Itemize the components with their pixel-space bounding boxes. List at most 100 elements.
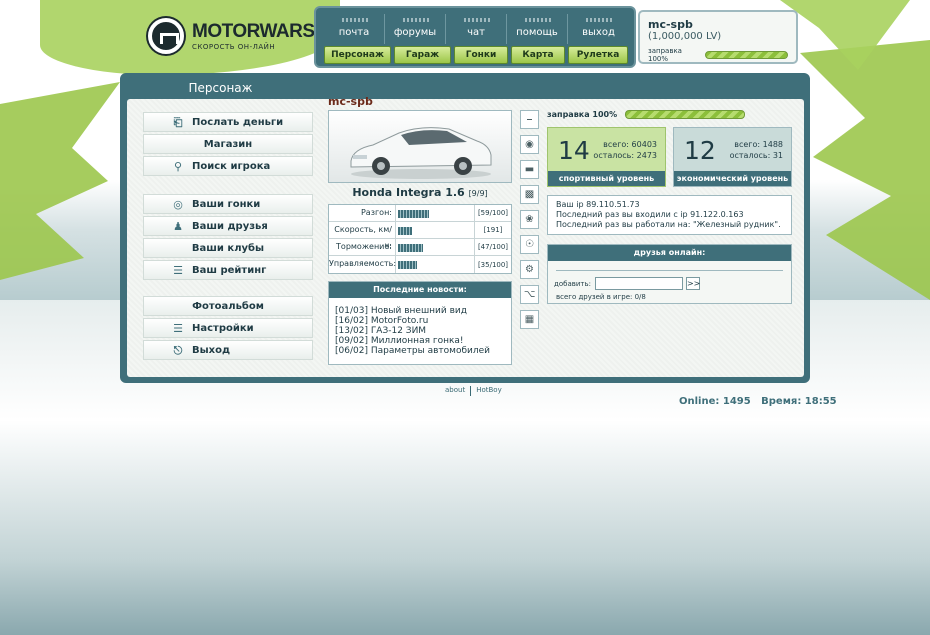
sport-level-number: 14 [558, 136, 590, 165]
nav-garage-button[interactable]: Гараж [394, 46, 451, 64]
nav-character-button[interactable]: Персонаж [324, 46, 391, 64]
sidebar-item-shop[interactable]: Магазин [143, 134, 313, 154]
econ-level-number: 12 [684, 136, 716, 165]
nav-top-links: почта форумы чат помощь выход [324, 14, 629, 44]
nav-logout[interactable]: выход [568, 14, 629, 44]
news-item[interactable]: [13/02] ГАЗ-12 ЗИМ [335, 326, 505, 336]
news-item[interactable]: [09/02] Миллионная гонка! [335, 336, 505, 346]
stat-value: [35/100] [477, 260, 509, 269]
fuel-bar [625, 110, 746, 119]
news-item[interactable]: [06/02] Параметры автомобилей [335, 346, 505, 356]
sidebar-item-settings[interactable]: ☰ Настройки [143, 318, 313, 338]
sport-level-caption: спортивный уровень [548, 171, 665, 186]
search-icon: ⚲ [173, 160, 183, 173]
car-image[interactable] [328, 110, 512, 183]
sidebar-item-label: Поиск игрока [192, 160, 271, 172]
tire-part-icon[interactable]: ◉ [520, 135, 539, 154]
stat-bar [398, 244, 423, 252]
car-slots: [9/9] [468, 189, 488, 198]
sidebar-menu: ⎗ Послать деньги Магазин ⚲ Поиск игрока … [143, 112, 313, 362]
sidebar-item-label: Магазин [203, 138, 253, 150]
car-model: Honda Integra 1.6 [9/9] [328, 186, 512, 199]
sidebar-item-label: Ваш рейтинг [192, 264, 267, 276]
sport-total: 60403 [631, 140, 657, 149]
gears-part-icon[interactable]: ⚙ [520, 260, 539, 279]
news-item[interactable]: [01/03] Новый внешний вид [335, 306, 505, 316]
last-work: Последний раз вы работали на: "Железный … [556, 220, 781, 229]
sidebar-item-photo-album[interactable]: Фотоальбом [143, 296, 313, 316]
sidebar-item-find-player[interactable]: ⚲ Поиск игрока [143, 156, 313, 176]
sidebar-item-your-races[interactable]: ◎ Ваши гонки [143, 194, 313, 214]
stat-label: Торможение: [329, 239, 396, 255]
label: осталось: [593, 151, 635, 160]
user-fuel-label: заправка 100% [648, 47, 682, 63]
add-friend-input[interactable] [594, 277, 683, 290]
pipe-part-icon[interactable]: ▬ [520, 160, 539, 179]
friends-online-title: друзья онлайн: [548, 245, 791, 261]
ip-last: Последний раз вы входили с ip 91.122.0.1… [556, 210, 744, 219]
exhaust-part-icon[interactable]: ⎯ [520, 110, 539, 129]
stat-row-speed: Скорость, км/ч: [191] [329, 222, 511, 250]
stat-bar [398, 227, 412, 235]
exit-icon: ⎋ [173, 344, 183, 357]
stat-row-acceleration: Разгон: [59/100] [329, 205, 511, 222]
user-info-box: mc-spb (1,000,000 LV) заправка 100% [638, 10, 798, 64]
car-icon [350, 127, 492, 179]
fuel-label: заправка 100% [547, 110, 618, 119]
user-name[interactable]: mc-spb [648, 18, 788, 31]
footer-hotboy-link[interactable]: HotBoy [471, 386, 507, 396]
suspension-part-icon[interactable]: ⌥ [520, 285, 539, 304]
label: всего: [603, 140, 629, 149]
stat-bar [398, 210, 429, 218]
rating-icon: ☰ [173, 264, 183, 277]
stat-label: Управляемость: [329, 256, 396, 273]
nav-roulette-button[interactable]: Рулетка [568, 46, 628, 64]
sidebar-item-send-money[interactable]: ⎗ Послать деньги [143, 112, 313, 132]
transmission-part-icon[interactable]: ▦ [520, 310, 539, 329]
sidebar-item-your-clubs[interactable]: Ваши клубы [143, 238, 313, 258]
news-title: Последние новости: [329, 282, 511, 298]
sidebar-item-label: Ваши друзья [192, 220, 268, 232]
brake-part-icon[interactable]: ☉ [520, 235, 539, 254]
footer-about-link[interactable]: about [440, 386, 470, 396]
sidebar-item-your-friends[interactable]: ♟ Ваши друзья [143, 216, 313, 236]
online-status: Online: 1495 Время: 18:55 [679, 396, 837, 407]
ip-current: Ваш ip 89.110.51.73 [556, 200, 640, 209]
nav-section-buttons: Персонаж Гараж Гонки Карта Рулетка [324, 46, 628, 64]
nav-races-button[interactable]: Гонки [454, 46, 508, 64]
news-list: [01/03] Новый внешний вид [16/02] MotorF… [329, 298, 511, 364]
nav-help[interactable]: помощь [507, 14, 568, 44]
stat-row-handling: Управляемость: [35/100] [329, 256, 511, 273]
friends-icon: ♟ [173, 220, 183, 233]
nav-chat[interactable]: чат [446, 14, 507, 44]
nav-forums[interactable]: форумы [385, 14, 446, 44]
label: осталось: [729, 151, 771, 160]
server-time: Время: 18:55 [761, 396, 837, 407]
car-stats-table: Разгон: [59/100] Скорость, км/ч: [191] Т… [328, 204, 512, 274]
stat-label: Разгон: [329, 205, 396, 221]
ip-info-box: Ваш ip 89.110.51.73 Последний раз вы вхо… [547, 195, 792, 235]
sport-level-box: 14 всего: 60403 осталось: 2473 спортивны… [547, 127, 666, 187]
stat-value: [59/100] [477, 209, 509, 217]
footer-links: about HotBoy [440, 386, 507, 396]
label: всего: [734, 140, 761, 149]
nav-map-button[interactable]: Карта [511, 46, 565, 64]
user-fuel-bar [704, 51, 788, 59]
sidebar-item-your-rating[interactable]: ☰ Ваш рейтинг [143, 260, 313, 280]
engine-part-icon[interactable]: ▩ [520, 185, 539, 204]
nav-mail[interactable]: почта [324, 14, 385, 44]
stat-row-braking: Торможение: [47/100] [329, 239, 511, 256]
sidebar-item-label: Ваши клубы [191, 242, 265, 254]
leaf-decoration [0, 82, 120, 280]
sidebar-item-exit[interactable]: ⎋ Выход [143, 340, 313, 360]
leaf-decoration [800, 40, 930, 300]
add-friend-button[interactable]: >> [685, 277, 700, 290]
econ-total: 1488 [762, 140, 783, 149]
stat-value: [47/100] [477, 243, 509, 251]
econ-left: 31 [772, 151, 783, 160]
steering-wheel-icon: ◎ [173, 198, 183, 211]
econ-level-caption: экономический уровень [674, 171, 791, 186]
turbo-part-icon[interactable]: ❀ [520, 210, 539, 229]
news-item[interactable]: [16/02] MotorFoto.ru [335, 316, 505, 326]
settings-icon: ☰ [173, 322, 183, 335]
